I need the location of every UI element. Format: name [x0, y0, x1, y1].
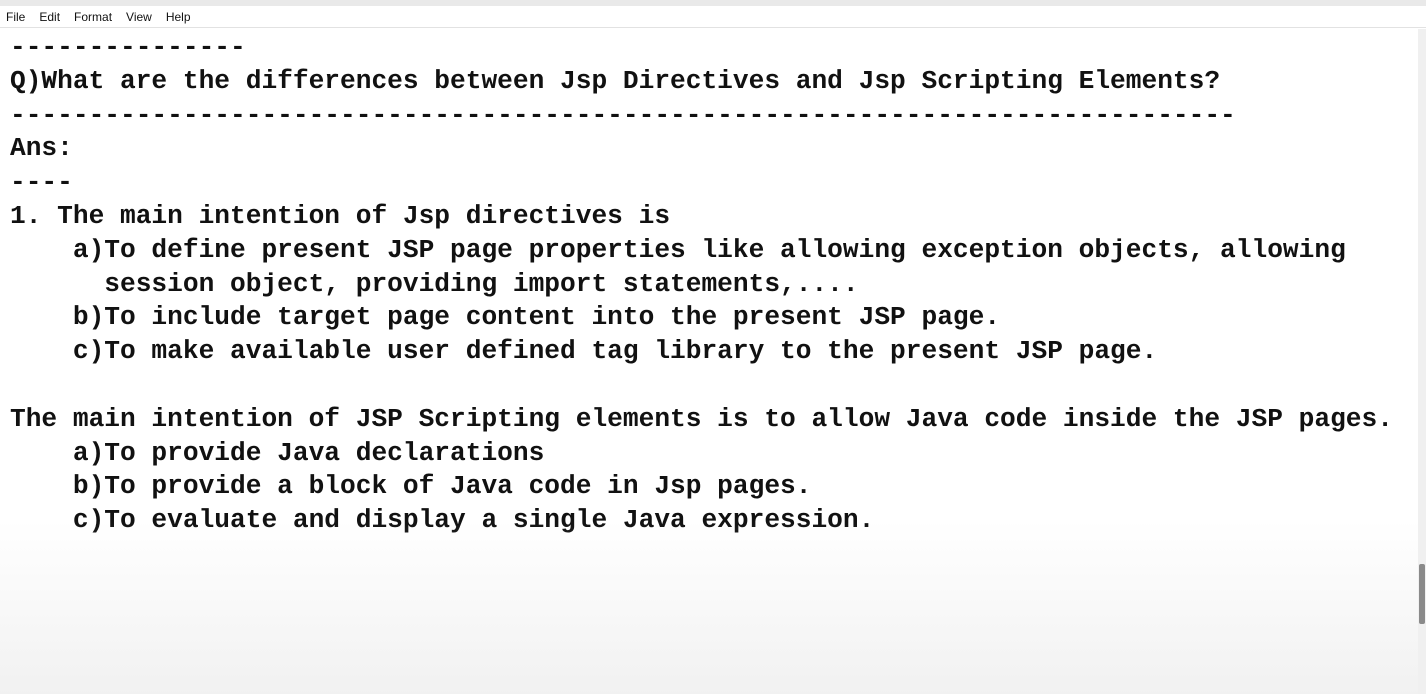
document-line: c)To make available user defined tag lib… — [10, 336, 1158, 367]
document-line: Ans: — [10, 133, 73, 164]
document-line: b)To provide a block of Java code in Jsp… — [10, 471, 812, 502]
document-line: c)To evaluate and display a single Java … — [10, 505, 875, 536]
scrollbar-thumb[interactable] — [1419, 564, 1425, 624]
menu-edit[interactable]: Edit — [39, 10, 60, 24]
menu-help[interactable]: Help — [166, 10, 191, 24]
document-line: --------------- — [10, 32, 246, 62]
vertical-scrollbar[interactable] — [1418, 29, 1426, 694]
document-line: ----------------------------------------… — [10, 99, 1236, 130]
text-editor[interactable]: --------------- Q)What are the difference… — [0, 29, 1418, 694]
menu-bar: File Edit Format View Help — [0, 6, 1426, 28]
document-line: a)To provide Java declarations — [10, 437, 545, 468]
document-text[interactable]: --------------- Q)What are the difference… — [10, 31, 1393, 538]
document-line: ---- — [10, 167, 73, 198]
document-line: session object, providing import stateme… — [10, 268, 859, 299]
document-line: ​ — [10, 369, 1393, 403]
menu-file[interactable]: File — [6, 10, 25, 24]
document-line: 1. The main intention of Jsp directives … — [10, 200, 671, 231]
document-line: a)To define present JSP page properties … — [10, 234, 1346, 265]
document-line: Q)What are the differences between Jsp D… — [10, 65, 1221, 96]
menu-view[interactable]: View — [126, 10, 152, 24]
notepad-window: File Edit Format View Help -------------… — [0, 0, 1426, 694]
menu-format[interactable]: Format — [74, 10, 112, 24]
document-line: The main intention of JSP Scripting elem… — [10, 403, 1393, 434]
document-line: b)To include target page content into th… — [10, 302, 1001, 333]
